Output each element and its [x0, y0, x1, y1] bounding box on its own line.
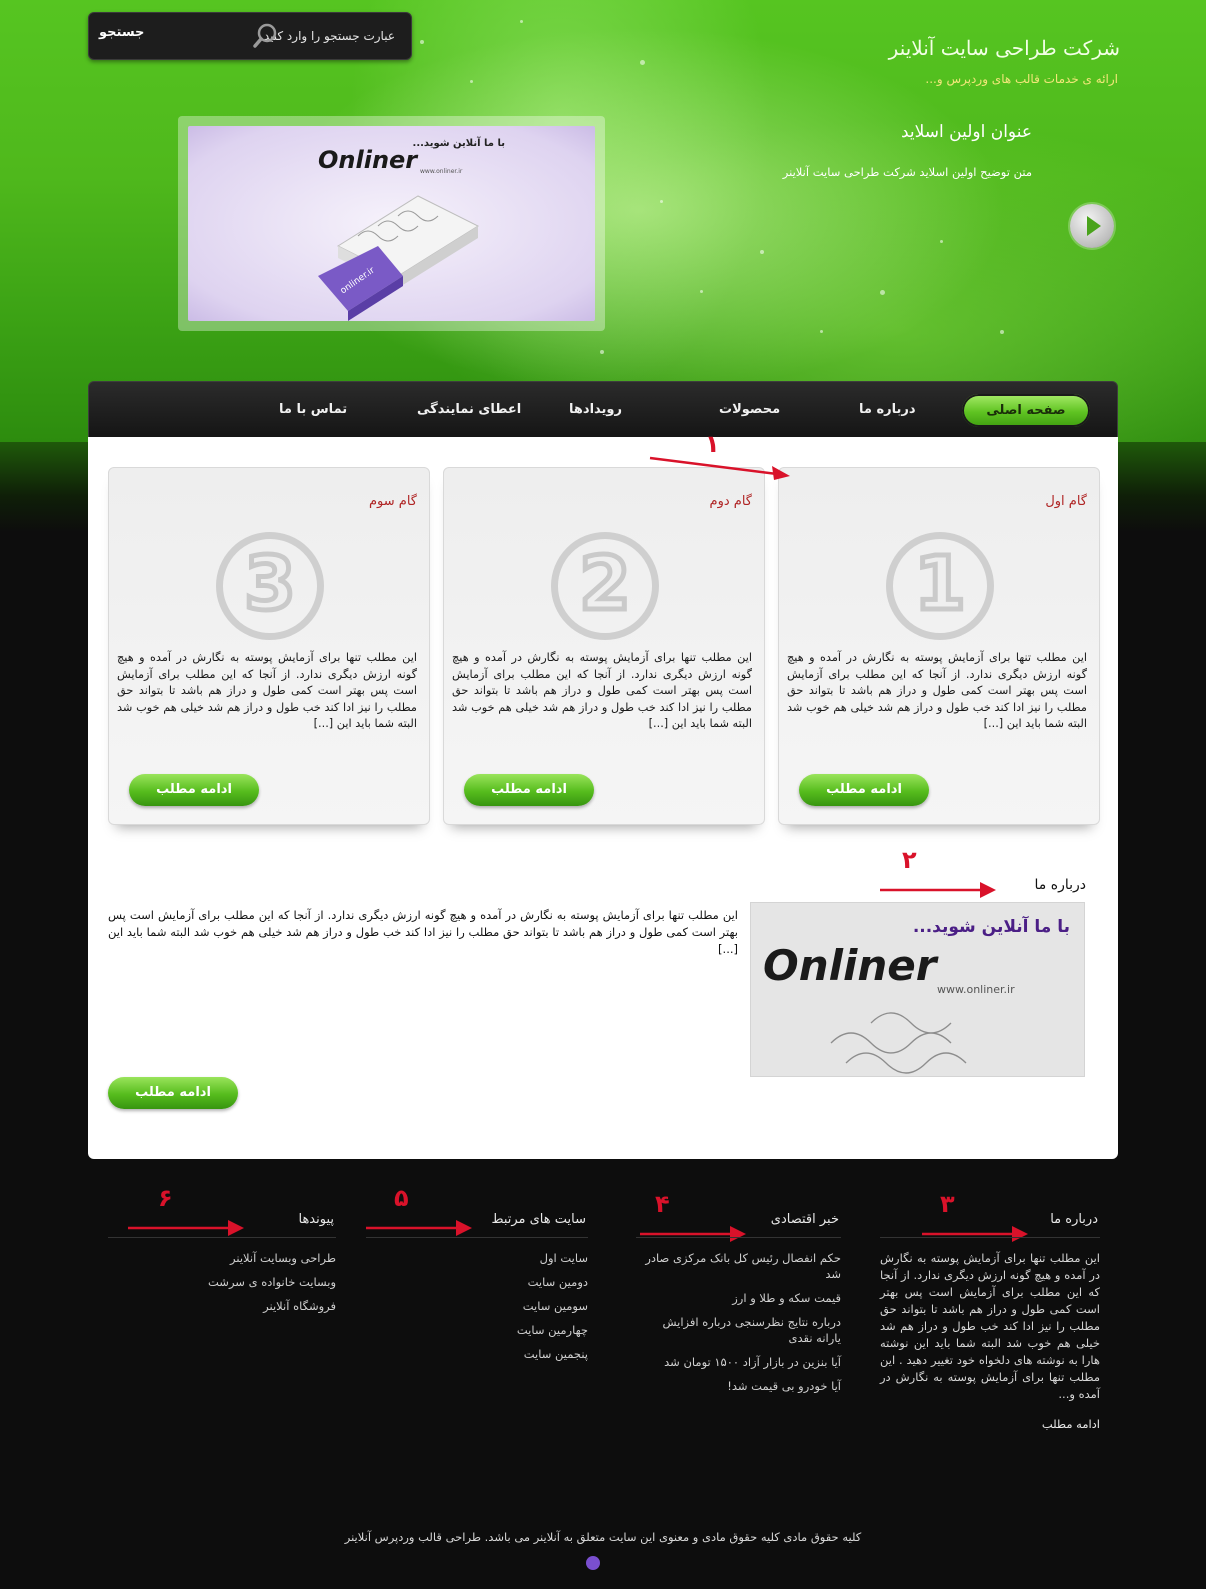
annotation-label-1: ۱ [705, 430, 720, 458]
search-input[interactable]: عبارت جستجو را وارد کنید [264, 29, 395, 43]
about-image[interactable]: با ما آنلاین شوید... Onliner www.onliner… [750, 902, 1085, 1077]
footer-news-item[interactable]: آیا خودرو بی قیمت شد! [636, 1378, 841, 1394]
footer-related: سایت های مرتبط سایت اول دومین سایت سومین… [366, 1202, 588, 1370]
about-text: این مطلب تنها برای آزمایش پوسته به نگارش… [108, 908, 738, 956]
step-card-3: گام سوم 3 این مطلب تنها برای آزمایش پوست… [108, 467, 430, 825]
footer-news-title: خبر اقتصادی [636, 1202, 841, 1238]
annotation-arrow-1 [649, 456, 790, 480]
footer-related-item[interactable]: سومین سایت [366, 1298, 588, 1314]
read-more-button[interactable]: ادامه مطلب [129, 774, 259, 806]
footer-link-item[interactable]: وبسایت خانواده ی سرشت [108, 1274, 336, 1290]
about-title[interactable]: درباره ما [1035, 877, 1086, 893]
step-card-1: گام اول 1 این مطلب تنها برای آزمایش پوست… [778, 467, 1100, 825]
slider-image-frame[interactable]: با ما آنلاین شوید... Onliner www.onliner… [178, 116, 605, 331]
footer-links: پیوندها طراحی وبسایت آنلاینر وبسایت خانو… [108, 1202, 336, 1322]
footer-related-item[interactable]: چهارمین سایت [366, 1322, 588, 1338]
step-text: این مطلب تنها برای آزمایش پوسته به نگارش… [452, 651, 752, 730]
nav-item-about[interactable]: درباره ما [859, 402, 916, 417]
page: عبارت جستجو را وارد کنید جستجو شرکت طراح… [0, 0, 1206, 1589]
step-card-2: گام دوم 2 این مطلب تنها برای آزمایش پوست… [443, 467, 765, 825]
puzzle-graphic [318, 195, 480, 321]
site-title[interactable]: شرکت طراحی سایت آنلاینر [889, 36, 1120, 60]
step-text: این مطلب تنها برای آزمایش پوسته به نگارش… [787, 651, 1087, 730]
step-title[interactable]: گام اول [1045, 494, 1087, 509]
read-more-button[interactable]: ادامه مطلب [799, 774, 929, 806]
read-more-button[interactable]: ادامه مطلب [464, 774, 594, 806]
footer-links-title: پیوندها [108, 1202, 336, 1238]
nav-item-contact[interactable]: تماس با ما [279, 402, 347, 417]
nav-item-home[interactable]: صفحه اصلی [962, 394, 1090, 427]
footer-news-item[interactable]: درباره نتایج نظرسنجی درباره افزایش یاران… [636, 1314, 841, 1346]
footer-link-item[interactable]: فروشگاه آنلاینر [108, 1298, 336, 1314]
footer-news-item[interactable]: آیا بنزین در بازار آزاد ۱۵۰۰ تومان شد [636, 1354, 841, 1370]
footer-about-title: درباره ما [880, 1202, 1100, 1238]
footer-news: خبر اقتصادی حکم انفصال رئیس کل بانک مرکز… [636, 1202, 841, 1402]
play-icon[interactable] [1070, 204, 1114, 248]
annotation-label-2: ۲ [902, 846, 917, 874]
footer-news-item[interactable]: حکم انفصال رئیس کل بانک مرکزی صادر شد [636, 1250, 841, 1282]
footer-logo-icon[interactable] [586, 1556, 600, 1570]
search-button[interactable]: جستجو [99, 25, 144, 40]
slider-description: متن توضیح اولین اسلاید شرکت طراحی سایت آ… [782, 165, 1032, 179]
step-title[interactable]: گام دوم [710, 494, 752, 509]
copyright-text: کلیه حقوق مادی کلیه حقوق مادی و معنوی ای… [344, 1530, 862, 1544]
footer-related-item[interactable]: پنجمین سایت [366, 1346, 588, 1362]
step-text: این مطلب تنها برای آزمایش پوسته به نگارش… [117, 651, 417, 730]
nav-item-products[interactable]: محصولات [719, 402, 780, 417]
annotation-arrow-2 [880, 882, 996, 898]
about-read-more-button[interactable]: ادامه مطلب [108, 1077, 238, 1109]
main-content: گام اول 1 این مطلب تنها برای آزمایش پوست… [88, 437, 1118, 1159]
footer-about-text: این مطلب تنها برای آزمایش پوسته به نگارش… [880, 1251, 1100, 1401]
step-number-icon: 2 [551, 532, 659, 640]
puzzle-graphic [830, 1012, 967, 1074]
site-subtitle: ارائه ی خدمات قالب های وردپرس و... [925, 72, 1118, 86]
step-title[interactable]: گام سوم [369, 494, 417, 509]
footer-related-title: سایت های مرتبط [366, 1202, 588, 1238]
footer-news-item[interactable]: قیمت سکه و طلا و ارز [636, 1290, 841, 1306]
search-icon[interactable] [252, 23, 278, 49]
footer-about: درباره ما این مطلب تنها برای آزمایش پوست… [880, 1202, 1100, 1431]
step-number-icon: 1 [886, 532, 994, 640]
slider-image: با ما آنلاین شوید... Onliner www.onliner… [188, 126, 595, 321]
step-number-icon: 3 [216, 532, 324, 640]
slider-title[interactable]: عنوان اولین اسلاید [901, 122, 1032, 142]
footer-related-item[interactable]: سایت اول [366, 1250, 588, 1266]
footer-about-more-link[interactable]: ادامه مطلب [880, 1417, 1100, 1431]
search-box[interactable]: عبارت جستجو را وارد کنید جستجو [88, 12, 412, 60]
footer-link-item[interactable]: طراحی وبسایت آنلاینر [108, 1250, 336, 1266]
nav-item-events[interactable]: رویدادها [569, 402, 622, 417]
main-navigation: صفحه اصلی درباره ما محصولات رویدادها اعط… [88, 381, 1118, 438]
footer-related-item[interactable]: دومین سایت [366, 1274, 588, 1290]
nav-item-agency[interactable]: اعطای نمایندگی [417, 402, 521, 417]
